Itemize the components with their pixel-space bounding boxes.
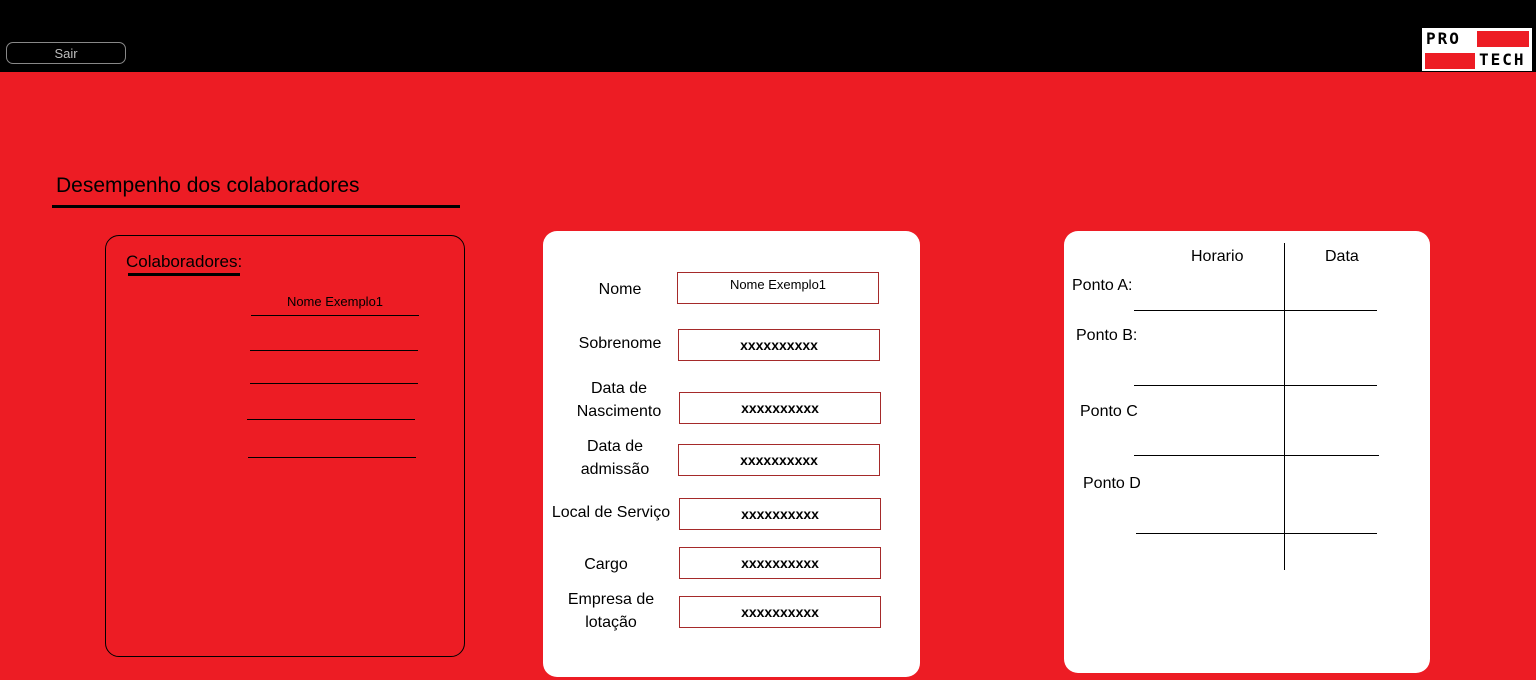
name-field[interactable]: Nome Exemplo1 <box>677 272 879 304</box>
collaborator-line-4 <box>247 419 415 420</box>
point-a-label: Ponto A: <box>1072 277 1133 294</box>
role-field[interactable]: xxxxxxxxxx <box>679 547 881 579</box>
surname-field[interactable]: xxxxxxxxxx <box>678 329 880 361</box>
collaborator-item-1[interactable]: Nome Exemplo1 <box>250 294 420 309</box>
collaborator-line-2 <box>250 350 418 351</box>
top-bar: Sair PRO TECH <box>0 0 1536 72</box>
workplace-label: Local de Serviço <box>551 504 671 521</box>
birthdate-field[interactable]: xxxxxxxxxx <box>679 392 881 424</box>
column-divider <box>1284 243 1285 570</box>
horario-header: Horario <box>1191 248 1244 265</box>
company-field[interactable]: xxxxxxxxxx <box>679 596 881 628</box>
collaborator-details-panel: Nome Nome Exemplo1 Sobrenome xxxxxxxxxx … <box>543 231 920 677</box>
collaborators-label: Colaboradores: <box>126 252 243 271</box>
collaborators-label-underline <box>128 273 240 276</box>
surname-label: Sobrenome <box>578 335 662 352</box>
protech-logo: PRO TECH <box>1422 28 1532 71</box>
collaborator-line-5 <box>248 457 416 458</box>
data-header: Data <box>1325 248 1359 265</box>
birthdate-label: Data de Nascimento <box>576 380 662 420</box>
name-label: Nome <box>598 281 642 298</box>
logo-red-bar-bottom <box>1425 53 1475 69</box>
logo-text-tech: TECH <box>1479 50 1526 69</box>
logo-red-bar-top <box>1477 31 1529 47</box>
point-a-line <box>1134 310 1377 311</box>
collaborator-line-1 <box>251 315 419 316</box>
point-d-label: Ponto D <box>1083 475 1141 492</box>
point-b-line <box>1134 385 1377 386</box>
time-points-panel: Horario Data Ponto A: Ponto B: Ponto C P… <box>1064 231 1430 673</box>
admission-date-field[interactable]: xxxxxxxxxx <box>678 444 880 476</box>
collaborator-line-3 <box>250 383 418 384</box>
point-d-line <box>1136 533 1377 534</box>
exit-button[interactable]: Sair <box>6 42 126 64</box>
logo-text-pro: PRO <box>1426 29 1461 48</box>
page-title: Desempenho dos colaboradores <box>56 174 360 197</box>
title-underline <box>52 205 460 208</box>
company-label: Empresa de lotação <box>567 591 655 631</box>
point-c-line <box>1134 455 1379 456</box>
point-c-label: Ponto C <box>1080 403 1138 420</box>
role-label: Cargo <box>584 556 628 573</box>
admission-date-label: Data de admissão <box>580 438 650 478</box>
point-b-label: Ponto B: <box>1076 327 1138 344</box>
collaborators-panel: Colaboradores: Nome Exemplo1 <box>105 235 465 657</box>
workplace-field[interactable]: xxxxxxxxxx <box>679 498 881 530</box>
